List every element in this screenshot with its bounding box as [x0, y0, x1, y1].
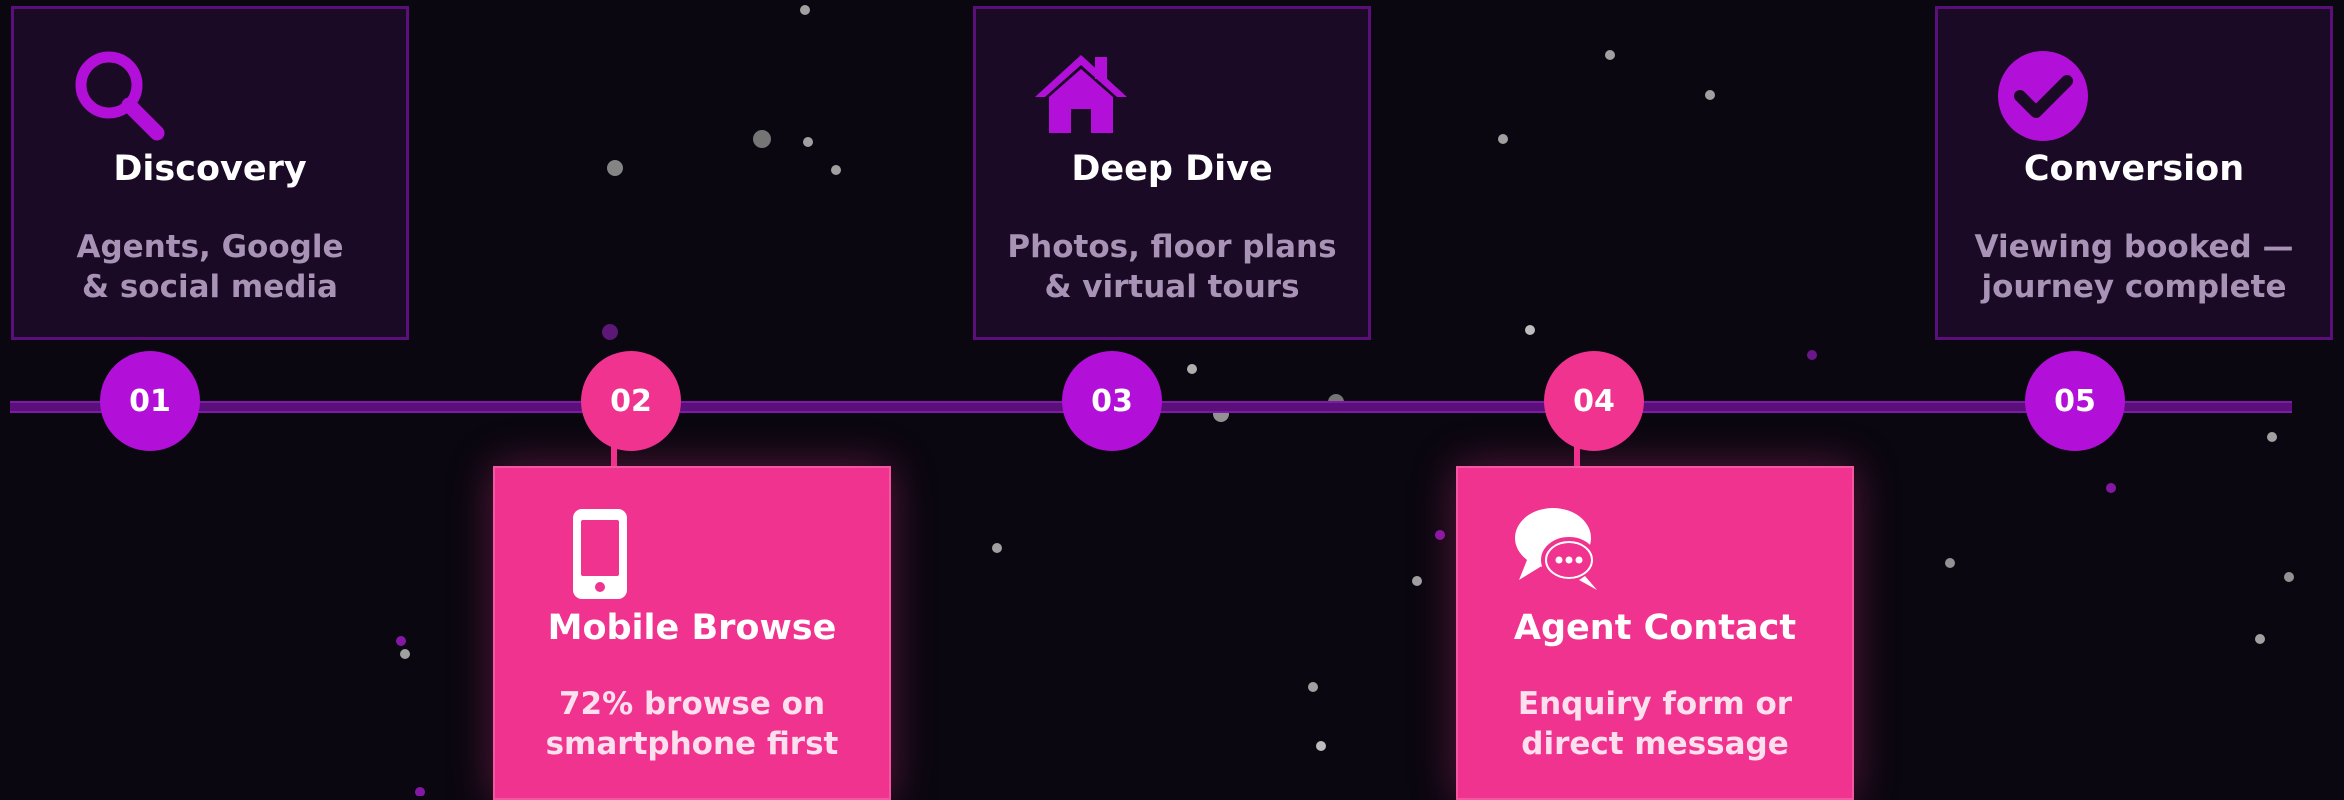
smartphone-icon — [570, 506, 630, 606]
step-card-mobile-browse: Mobile Browse 72% browse on smartphone f… — [493, 466, 891, 800]
step-card-discovery: Discovery Agents, Google & social media — [11, 6, 409, 340]
step-number-05: 05 — [2025, 351, 2125, 451]
step-number-01: 01 — [100, 351, 200, 451]
particle-dot — [831, 165, 841, 175]
particle-dot — [1525, 325, 1535, 335]
particle-dot — [800, 5, 810, 15]
particle-dot — [400, 649, 410, 659]
journey-timeline: Discovery Agents, Google & social media … — [0, 0, 2344, 800]
step-description: Viewing booked — journey complete — [1974, 229, 2294, 305]
chat-bubbles-icon — [1513, 504, 1609, 598]
particle-dot — [2267, 432, 2277, 442]
particle-dot — [1316, 741, 1326, 751]
step-number-03: 03 — [1062, 351, 1162, 451]
step-card-agent-contact: Agent Contact Enquiry form or direct mes… — [1456, 466, 1854, 800]
particle-dot — [1605, 50, 1615, 60]
particle-dot — [396, 636, 406, 646]
particle-dot — [602, 324, 618, 340]
particle-dot — [415, 787, 425, 796]
particle-dot — [607, 160, 623, 176]
particle-dot — [1308, 682, 1318, 692]
step-title: Agent Contact — [1513, 608, 1797, 648]
step-description: Agents, Google & social media — [76, 229, 344, 305]
step-card-deep-dive: Deep Dive Photos, floor plans & virtual … — [973, 6, 1371, 340]
particle-dot — [1807, 350, 1817, 360]
step-title: Mobile Browse — [547, 608, 837, 648]
home-icon — [1031, 51, 1131, 145]
check-circle-icon — [1996, 49, 2090, 147]
particle-dot — [1412, 576, 1422, 586]
step-number-02: 02 — [581, 351, 681, 451]
step-title: Discovery — [113, 149, 307, 189]
particle-dot — [1705, 90, 1715, 100]
search-icon — [69, 47, 169, 151]
particle-dot — [2284, 572, 2294, 582]
step-description: Enquiry form or direct message — [1517, 686, 1793, 762]
step-description: Photos, floor plans & virtual tours — [1007, 229, 1337, 305]
particle-dot — [753, 130, 771, 148]
step-description: 72% browse on smartphone first — [545, 686, 839, 762]
particle-dot — [803, 137, 813, 147]
particle-dot — [1435, 530, 1445, 540]
particle-dot — [992, 543, 1002, 553]
step-title: Conversion — [2023, 149, 2245, 189]
step-title: Deep Dive — [1071, 149, 1273, 189]
particle-dot — [1498, 134, 1508, 144]
particle-dot — [1187, 364, 1197, 374]
step-number-04: 04 — [1544, 351, 1644, 451]
particle-dot — [2255, 634, 2265, 644]
particle-dot — [2106, 483, 2116, 493]
step-card-conversion: Conversion Viewing booked — journey comp… — [1935, 6, 2333, 340]
particle-dot — [1945, 558, 1955, 568]
